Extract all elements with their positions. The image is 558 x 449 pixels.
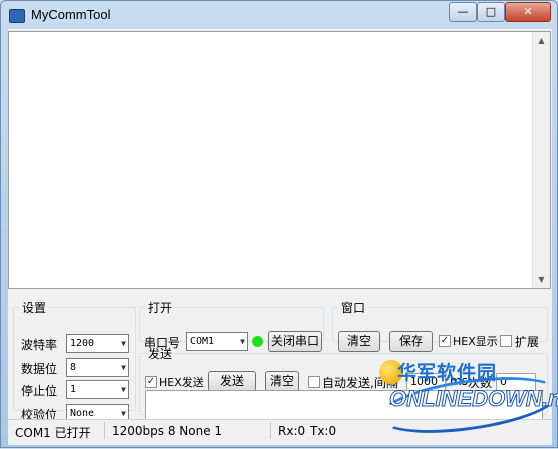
window-group: 窗口 清空 保存 ✓ HEX显示 扩展 xyxy=(332,299,548,352)
auto-send-checkbox[interactable] xyxy=(308,376,320,388)
close-button[interactable]: ✕ xyxy=(505,2,551,22)
tx-count: Tx:0 xyxy=(310,424,337,438)
rx-count: Rx:0 xyxy=(278,424,306,438)
title-bar[interactable]: MyCommTool — □ ✕ xyxy=(1,1,557,29)
stopbits-value: 1 xyxy=(70,384,77,395)
send-button[interactable]: 发送 xyxy=(208,371,256,392)
baud-label: 波特率 xyxy=(21,338,58,352)
receive-textarea[interactable]: ▲ ▼ xyxy=(8,31,551,289)
maximize-button[interactable]: □ xyxy=(477,2,505,22)
settings-legend: 设置 xyxy=(22,301,47,315)
clear-send-button[interactable]: 清空 xyxy=(265,371,299,392)
databits-value: 8 xyxy=(70,362,77,373)
watermark-en: ONLINEDOWN.net xyxy=(389,386,558,412)
params-text: 1200bps 8 None 1 xyxy=(112,424,223,438)
watermark-logo: 华军软件园 ONLINEDOWN.net xyxy=(373,356,558,449)
open-legend: 打开 xyxy=(148,301,173,315)
settings-group: 设置 波特率 1200 ▼ 数据位 8 ▼ 停止位 1 ▼ 校验位 None ▼ xyxy=(13,299,136,423)
baud-select[interactable]: 1200 ▼ xyxy=(66,334,129,353)
chevron-down-icon: ▼ xyxy=(121,339,126,348)
receive-scrollbar[interactable]: ▲ ▼ xyxy=(532,32,550,288)
baud-value: 1200 xyxy=(70,338,95,349)
hex-send-checkbox[interactable]: ✓ xyxy=(145,376,157,388)
app-icon xyxy=(9,9,25,23)
stopbits-select[interactable]: 1 ▼ xyxy=(66,380,129,399)
databits-select[interactable]: 8 ▼ xyxy=(66,358,129,377)
minimize-button[interactable]: — xyxy=(449,2,477,22)
app-window: MyCommTool — □ ✕ ▲ ▼ 设置 波特率 1200 ▼ 数据位 8 ▼… xyxy=(0,0,558,448)
scroll-down-icon[interactable]: ▼ xyxy=(533,271,550,288)
scroll-up-icon[interactable]: ▲ xyxy=(533,32,550,49)
parity-value: None xyxy=(70,408,95,419)
window-legend: 窗口 xyxy=(341,301,366,315)
chevron-down-icon: ▼ xyxy=(121,385,126,394)
databits-label: 数据位 xyxy=(21,362,58,376)
watermark-cn: 华军软件园 xyxy=(397,362,498,384)
send-legend: 发送 xyxy=(148,347,173,361)
status-divider xyxy=(104,422,105,439)
window-title: MyCommTool xyxy=(31,7,111,22)
chevron-down-icon: ▼ xyxy=(121,363,126,372)
hex-send-label: HEX发送 xyxy=(159,376,204,389)
port-state-text: COM1 已打开 xyxy=(15,426,91,440)
stopbits-label: 停止位 xyxy=(21,384,58,398)
open-group: 打开 串口号 COM1 ▼ 关闭串口 xyxy=(139,299,324,352)
status-divider xyxy=(270,422,271,439)
